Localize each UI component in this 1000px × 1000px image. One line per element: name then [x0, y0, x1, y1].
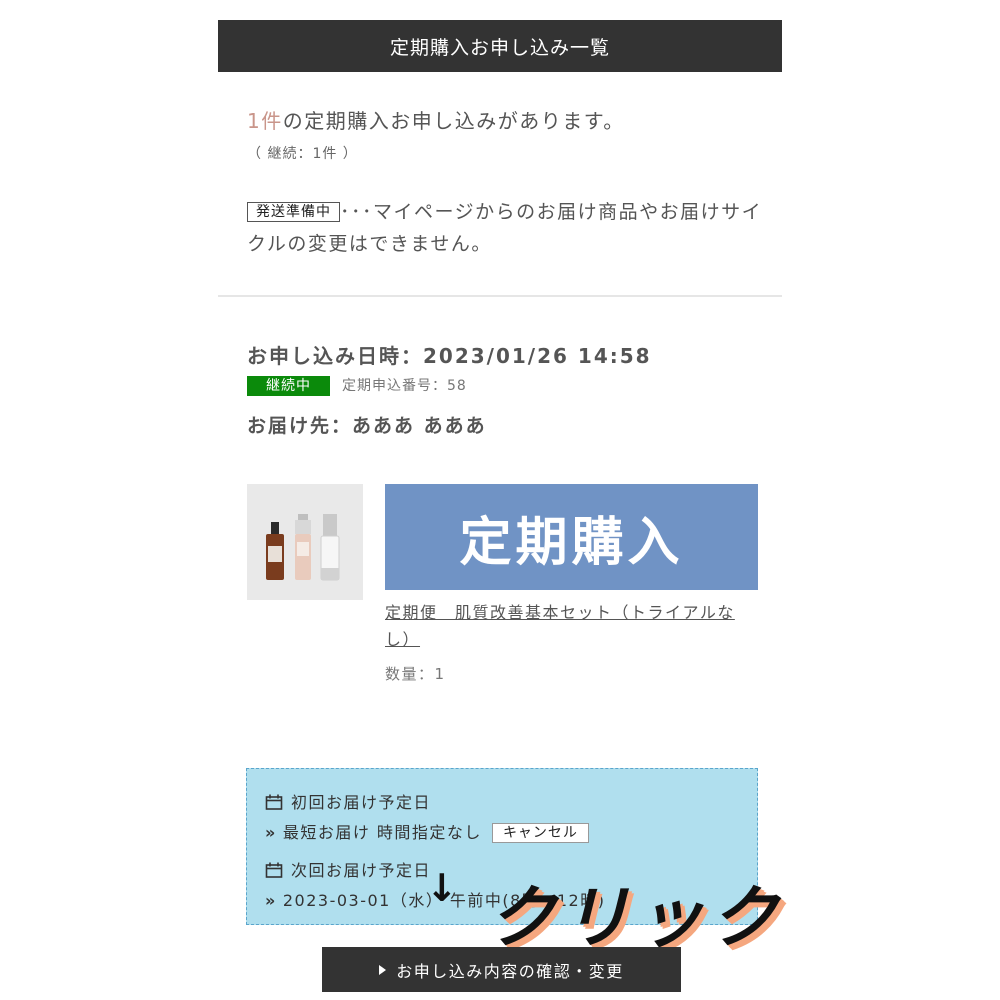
calendar-icon: [265, 794, 283, 810]
first-delivery-label: 初回お届け予定日: [291, 793, 432, 812]
next-delivery-label: 次回お届け予定日: [291, 861, 432, 880]
delivery-recipient: お届け先：あああ あああ: [247, 415, 487, 437]
first-delivery-value-row: » 最短お届け 時間指定なし キャンセル: [265, 819, 589, 843]
first-delivery-value: 最短お届け 時間指定なし: [282, 823, 482, 842]
subscription-count: 1件: [247, 109, 283, 133]
banner-text: 定期購入: [459, 512, 684, 573]
order-number: 定期申込番号：58: [342, 378, 467, 394]
status-badge: 継続中: [247, 376, 330, 396]
product-name-link[interactable]: 定期便 肌質改善基本セット（トライアルなし）: [385, 599, 755, 653]
down-arrow-annotation: ↓: [426, 866, 458, 910]
confirm-change-button[interactable]: お申し込み内容の確認・変更: [322, 947, 681, 992]
subscription-breakdown: （ 継続：1件 ）: [247, 146, 358, 162]
next-delivery-label-row: 次回お届け予定日: [265, 857, 431, 881]
page-title: 定期購入お申し込み一覧: [389, 36, 610, 59]
calendar-icon: [265, 862, 283, 878]
first-delivery-label-row: 初回お届け予定日: [265, 789, 431, 813]
subscription-count-text: の定期購入お申し込みがあります。: [282, 109, 625, 133]
cancel-button[interactable]: キャンセル: [491, 823, 589, 843]
play-triangle-icon: [379, 964, 387, 975]
product-quantity: 数量：1: [385, 665, 446, 683]
product-thumbnail: [247, 484, 363, 600]
preparing-badge: 発送準備中: [247, 202, 340, 222]
product-bottles-image: [247, 484, 363, 600]
order-date: お申し込み日時：2023/01/26 14:58: [247, 344, 652, 368]
page-header: 定期購入お申し込み一覧: [218, 20, 782, 72]
confirm-change-label: お申し込み内容の確認・変更: [396, 961, 624, 981]
section-divider: [218, 295, 782, 297]
double-chevron-icon: »: [265, 891, 277, 910]
shipping-note: 発送準備中 ･･･マイページからのお届け商品やお届けサイクルの変更はできません。: [247, 196, 767, 260]
subscription-banner: 定期購入: [385, 484, 758, 590]
subscription-count-line: 1件の定期購入お申し込みがあります。: [247, 105, 625, 134]
double-chevron-icon: »: [265, 823, 277, 842]
